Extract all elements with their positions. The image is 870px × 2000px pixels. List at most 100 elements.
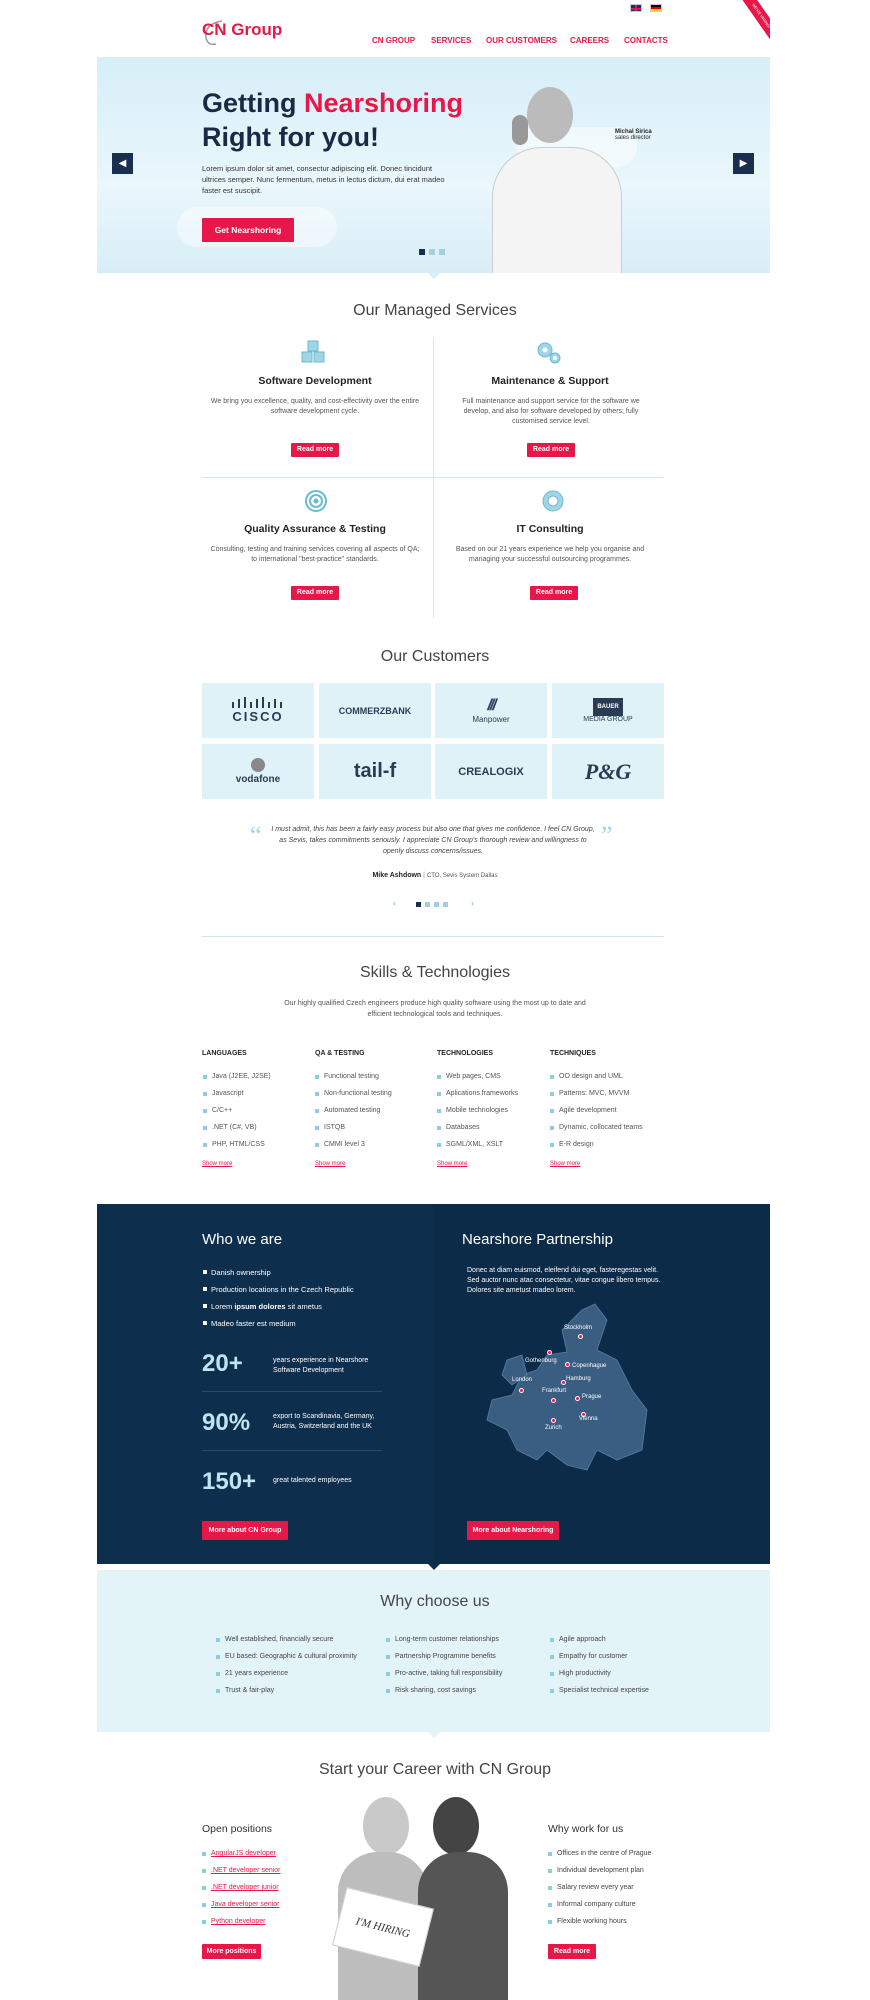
skills-title: Skills & Technologies <box>359 964 510 981</box>
nav-services[interactable]: SERVICES <box>431 36 471 45</box>
cisco-logo[interactable]: CISCO <box>202 683 314 738</box>
hero-slide-dots <box>419 249 449 255</box>
why-work-item: Offices in the centre of Prague <box>547 1850 652 1857</box>
city-marker[interactable] <box>565 1362 570 1367</box>
de-flag-icon[interactable] <box>650 4 662 12</box>
read-more-button[interactable]: Read more <box>530 586 578 600</box>
nav-careers[interactable]: CAREERS <box>570 36 609 45</box>
slide-dot[interactable] <box>443 902 448 907</box>
read-more-button[interactable]: Read more <box>527 443 575 457</box>
slide-dot[interactable] <box>416 902 421 907</box>
why-work-title: Why work for us <box>548 1823 624 1835</box>
why-item: EU based: Geographic & cultural proximit… <box>216 1653 357 1660</box>
why-item: Pro-active, taking full responsibility <box>385 1670 503 1677</box>
services-title: Our Managed Services <box>353 302 517 319</box>
pg-logo[interactable]: P&G <box>552 744 664 799</box>
why-item: Partnership Programme benefits <box>386 1653 496 1660</box>
city-marker[interactable] <box>551 1418 556 1423</box>
position-link[interactable]: Python developer <box>201 1918 265 1925</box>
testimonial-prev-icon[interactable]: ‹ <box>393 898 396 908</box>
service-text: We bring you excellence, quality, and co… <box>210 398 420 415</box>
customer-logos: CISCO COMMERZBANK /// Manpower BAUER MED… <box>202 683 664 799</box>
nav-contacts[interactable]: CONTACTS <box>624 36 668 45</box>
skills-col-head: LANGUAGES <box>202 1050 247 1057</box>
europe-map[interactable]: Stockholm Gothenburg Copenhague Hamburg … <box>467 1300 667 1475</box>
get-nearshoring-button[interactable]: Get Nearshoring <box>202 218 294 242</box>
skills-col-head: QA & TESTING <box>315 1050 365 1057</box>
position-link[interactable]: AngularJS developer <box>202 1850 276 1857</box>
more-about-cn-group-button[interactable]: More about CN Group <box>202 1521 288 1540</box>
city-marker[interactable] <box>578 1334 583 1339</box>
city-marker[interactable] <box>519 1388 524 1393</box>
hero-prev-arrow-icon[interactable]: ◀ <box>112 153 133 174</box>
nav-our-customers[interactable]: OUR CUSTOMERS <box>486 36 557 45</box>
city-marker[interactable] <box>551 1398 556 1403</box>
hero-next-arrow-icon[interactable]: ▶ <box>733 153 754 174</box>
slide-dot[interactable] <box>425 902 430 907</box>
tail-f-logo[interactable]: tail-f <box>319 744 431 799</box>
service-title: Maintenance & Support <box>491 375 609 387</box>
skill-item: Aplications frameworks <box>437 1090 518 1097</box>
show-more-link[interactable]: Show more <box>202 1161 232 1167</box>
city-label: Stockholm <box>564 1325 593 1331</box>
bauer-media-logo[interactable]: BAUER MEDIA GROUP <box>552 683 664 738</box>
lifebuoy-icon <box>542 490 564 512</box>
skill-item: .NET (C#, VB) <box>203 1124 257 1131</box>
gears-icon <box>537 342 561 364</box>
service-title: Quality Assurance & Testing <box>244 523 386 535</box>
logo[interactable]: CN Group <box>202 18 302 46</box>
position-link[interactable]: Java developer senior <box>202 1901 280 1908</box>
show-more-link[interactable]: Show more <box>437 1161 467 1167</box>
skill-item: Mobile technologies <box>437 1107 508 1114</box>
city-label: Copenhague <box>572 1363 607 1369</box>
en-flag-icon[interactable] <box>630 4 642 12</box>
cubes-icon <box>301 340 325 363</box>
city-marker[interactable] <box>575 1396 580 1401</box>
logo-text: CN Group <box>202 20 283 39</box>
testimonial-author: Mike Ashdown <box>372 872 422 879</box>
slide-dot[interactable] <box>419 249 425 255</box>
skill-item: Patterns: MVC, MVVM <box>549 1090 630 1097</box>
skill-item: Databases <box>436 1124 480 1131</box>
partnership-title: Nearshore Partnership <box>462 1231 613 1248</box>
slide-dot[interactable] <box>439 249 445 255</box>
crealogix-logo[interactable]: CREALOGIX <box>435 744 547 799</box>
cisco-bars-icon <box>232 697 282 708</box>
skill-item: ISTQB <box>314 1124 346 1131</box>
vodafone-logo[interactable]: vodafone <box>202 744 314 799</box>
more-positions-button[interactable]: More positions <box>202 1944 261 1959</box>
read-more-button[interactable]: Read more <box>291 586 339 600</box>
hiring-ribbon[interactable]: WE'RE HIRING! <box>740 0 770 45</box>
city-marker[interactable] <box>547 1350 552 1355</box>
nav-cn-group[interactable]: CN GROUP <box>372 36 415 45</box>
partnership-text: Donec at diam euismod, eleifend dui eget… <box>467 1267 661 1294</box>
who-item: Danish ownership <box>203 1268 271 1277</box>
why-work-item: Flexible working hours <box>548 1918 627 1925</box>
city-label: Vienna <box>579 1416 598 1422</box>
skill-item: Javascript <box>203 1090 244 1097</box>
more-about-nearshoring-button[interactable]: More about Nearshoring <box>467 1521 559 1540</box>
why-item: 21 years experience <box>215 1670 289 1677</box>
slide-dot[interactable] <box>429 249 435 255</box>
hero-text: Lorem ipsum dolor sit amet, consectur ad… <box>202 164 445 195</box>
who-title: Who we are <box>202 1231 283 1248</box>
show-more-link[interactable]: Show more <box>315 1161 345 1167</box>
why-item: Specialist technical expertise <box>550 1687 649 1694</box>
why-item: High productivity <box>550 1670 611 1677</box>
position-link[interactable]: .NET developer junior <box>202 1884 279 1891</box>
slide-dot[interactable] <box>434 902 439 907</box>
position-link[interactable]: .NET developer senior <box>202 1867 281 1874</box>
read-more-button[interactable]: Read more <box>291 443 339 457</box>
testimonial-next-icon[interactable]: › <box>471 898 474 908</box>
commerzbank-logo[interactable]: COMMERZBANK <box>319 683 431 738</box>
manpower-logo[interactable]: /// Manpower <box>435 683 547 738</box>
skills-intro: Our highly qualified Czech engineers pro… <box>284 1000 586 1018</box>
service-title: Software Development <box>258 375 372 387</box>
stat-value: 150+ <box>202 1468 257 1495</box>
testimonial-role: CTO, Sevis System Dallas <box>426 873 498 879</box>
city-label: Zurich <box>545 1425 562 1431</box>
show-more-link[interactable]: Show more <box>550 1161 580 1167</box>
read-more-button[interactable]: Read more <box>548 1944 596 1959</box>
career-photo: I'M HIRING <box>318 1792 528 2000</box>
skill-item: SGML/XML, XSLT <box>436 1141 504 1148</box>
